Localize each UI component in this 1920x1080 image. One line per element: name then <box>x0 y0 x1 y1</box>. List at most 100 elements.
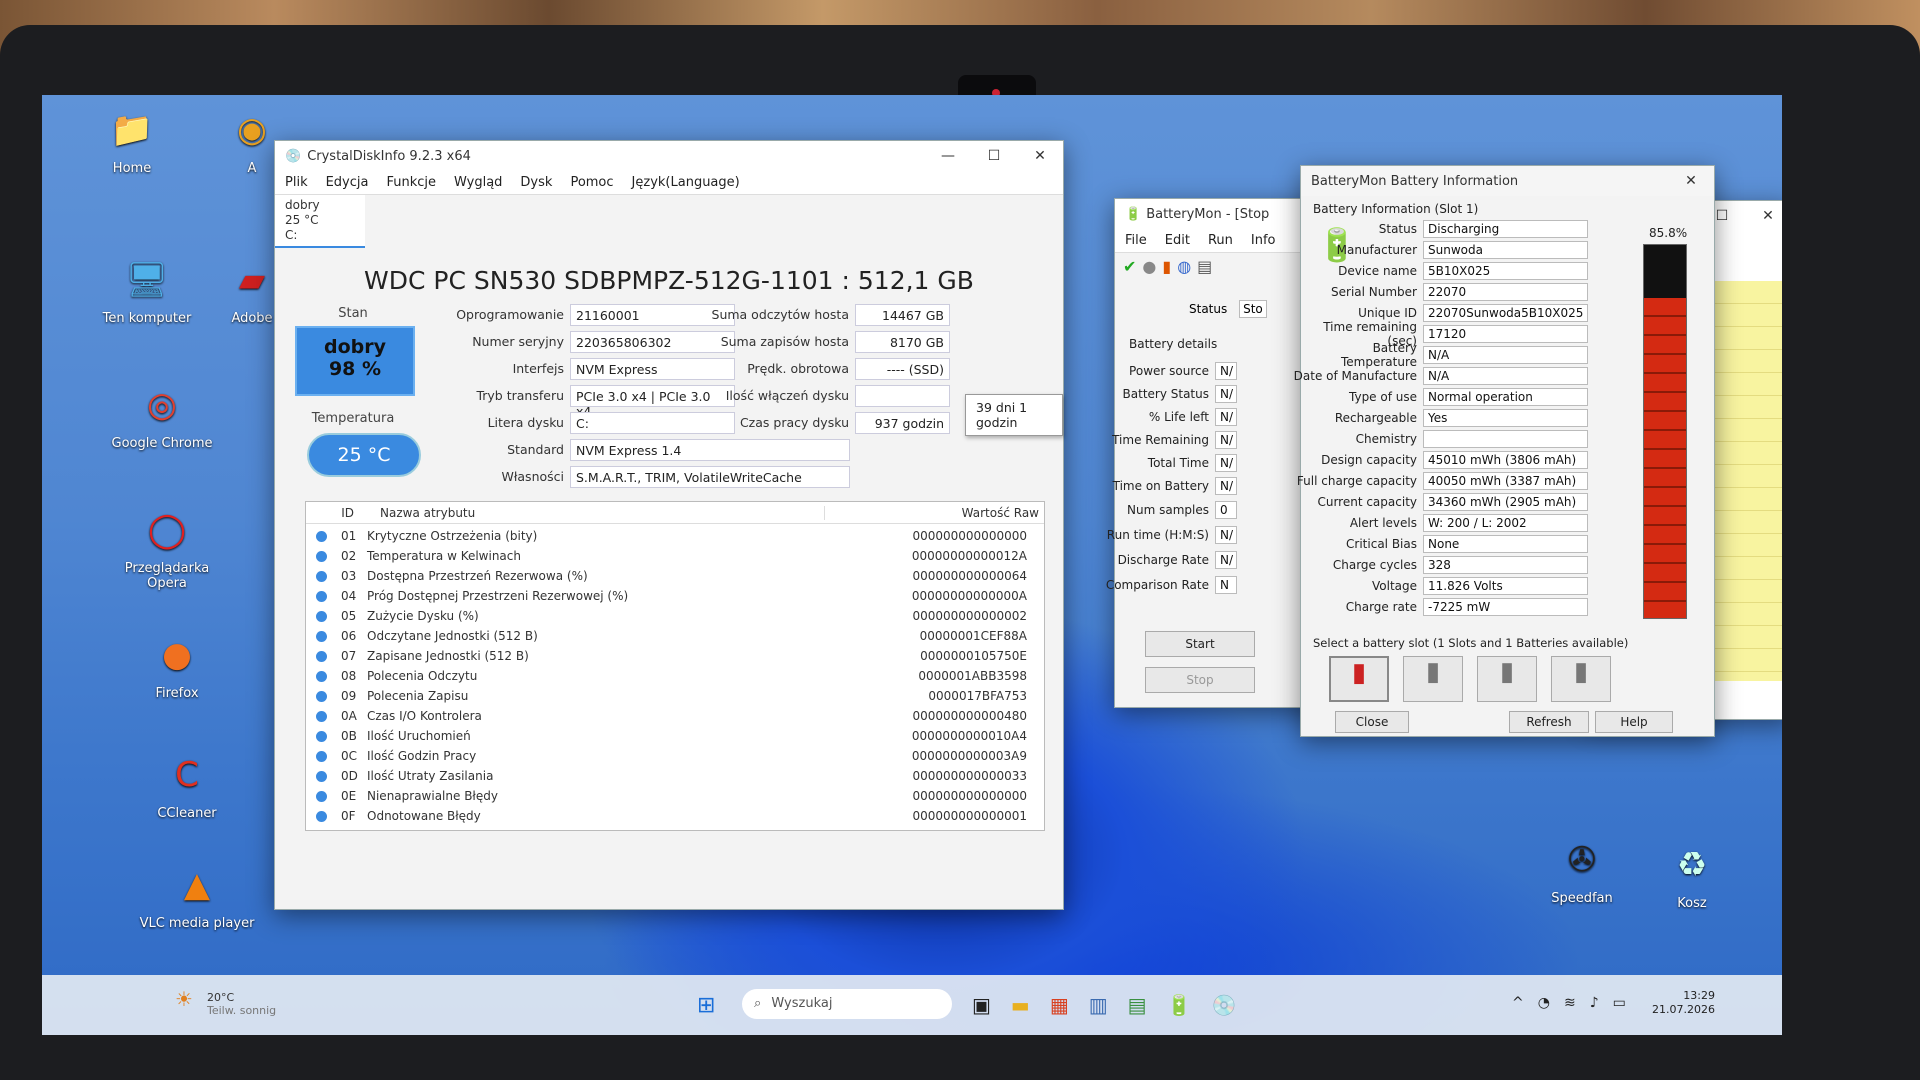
desktop-icon-firefox[interactable]: ● Firefox <box>117 630 237 701</box>
app-icon-blue[interactable]: ▥ <box>1089 993 1108 1017</box>
menu-wyglad[interactable]: Wygląd <box>454 175 502 190</box>
batinfo-label: Chemistry <box>1355 431 1417 446</box>
desktop-icon-vlc[interactable]: ▲ VLC media player <box>137 860 257 931</box>
attr-name: Dostępna Przestrzeń Rezerwowa (%) <box>367 569 588 583</box>
stop-button[interactable]: Stop <box>1145 667 1255 693</box>
stop-icon[interactable]: ● <box>1142 257 1156 276</box>
table-row[interactable]: 07 Zapisane Jednostki (512 B) 000000010575… <box>306 646 1044 666</box>
batinfo-value: 11.826 Volts <box>1423 576 1588 595</box>
table-row[interactable]: 09 Polecenia Zapisu 0000017BFA753 <box>306 686 1044 706</box>
batinfo-row: Type of use Normal operation <box>1293 386 1588 407</box>
menu-dysk[interactable]: Dysk <box>520 175 552 190</box>
table-row[interactable]: 03 Dostępna Przestrzeń Rezerwowa (%) 00000… <box>306 566 1044 586</box>
batinfo-close-button[interactable]: ✕ <box>1668 173 1714 189</box>
info-label: Oprogramowanie <box>456 307 564 322</box>
table-row[interactable]: 06 Odczytane Jednostki (512 B) 00000001CEF… <box>306 626 1044 646</box>
temperature-button[interactable]: 25 °C <box>307 433 421 477</box>
temp-label: Temperatura <box>311 411 395 426</box>
globe-icon[interactable]: ◍ <box>1177 257 1191 276</box>
battery-icon[interactable]: ▮ <box>1162 257 1171 276</box>
start-button[interactable]: ⊞ <box>697 993 715 1018</box>
batinfo-refresh-button[interactable]: Refresh <box>1509 711 1589 733</box>
table-row[interactable]: 05 Zużycie Dysku (%) 000000000000002 <box>306 606 1044 626</box>
attr-name: Ilość Utraty Zasilania <box>367 769 494 783</box>
table-row[interactable]: 0D Ilość Utraty Zasilania 000000000000033 <box>306 766 1044 786</box>
bm-menu-run[interactable]: Run <box>1208 233 1233 248</box>
status-dot-icon <box>316 750 327 762</box>
maximize-button[interactable]: ☐ <box>971 148 1017 164</box>
bm-menu-edit[interactable]: Edit <box>1165 233 1190 248</box>
menu-edycja[interactable]: Edycja <box>326 175 369 190</box>
col-name[interactable]: Nazwa atrybutu <box>354 506 824 520</box>
close-button[interactable]: ✕ <box>1017 148 1063 164</box>
batinfo-label: Battery Temperature <box>1340 340 1417 369</box>
table-row[interactable]: 0F Odnotowane Błędy 000000000000001 <box>306 806 1044 826</box>
app-icon-red[interactable]: ▦ <box>1050 993 1069 1017</box>
desktop-icon-opera[interactable]: ◯ Przeglądarka Opera <box>107 505 227 591</box>
start-button[interactable]: Start <box>1145 631 1255 657</box>
attr-raw: 00000001CEF88A <box>919 629 1027 643</box>
clock[interactable]: 13:29 21.07.2026 <box>1652 989 1715 1017</box>
slot-3-battery-icon[interactable]: ▮ <box>1477 656 1537 702</box>
info-value: 8170 GB <box>855 330 950 353</box>
bm-value: N/ <box>1215 430 1237 449</box>
table-row[interactable]: 02 Temperatura w Kelwinach 00000000000012A <box>306 546 1044 566</box>
menu-plik[interactable]: Plik <box>285 175 308 190</box>
bm-menu-file[interactable]: File <box>1125 233 1147 248</box>
desktop-icon-speedfan[interactable]: ✇ Speedfan <box>1522 835 1642 906</box>
slot-4-battery-icon[interactable]: ▮ <box>1551 656 1611 702</box>
batinfo-help-button[interactable]: Help <box>1595 711 1673 733</box>
table-row[interactable]: 0E Nienaprawialne Błędy 000000000000000 <box>306 786 1044 806</box>
menu-pomoc[interactable]: Pomoc <box>570 175 613 190</box>
wifi-icon[interactable]: ≋ <box>1564 995 1576 1011</box>
attr-id: 07 <box>341 649 357 663</box>
battery-tray-icon[interactable]: ▭ <box>1613 995 1626 1011</box>
desktop-icon-this-pc[interactable]: 🖥 Ten komputer <box>87 255 207 326</box>
bm-label: Run time (H:M:S) <box>1106 527 1209 542</box>
disk-tab[interactable]: dobry 25 °C C: <box>275 195 365 248</box>
check-icon[interactable]: ✔ <box>1123 257 1136 276</box>
volume-icon[interactable]: ♪ <box>1590 995 1599 1011</box>
batinfo-row: Serial Number 22070 <box>1293 281 1588 302</box>
menu-funkcje[interactable]: Funkcje <box>386 175 436 190</box>
search-box[interactable]: ⌕ Wyszukaj <box>742 989 952 1019</box>
desktop-icon-recycle-bin[interactable]: ♻ Kosz <box>1632 840 1752 911</box>
attr-name: Polecenia Zapisu <box>367 689 469 703</box>
batinfo-label: Design capacity <box>1321 452 1417 467</box>
table-row[interactable]: 0B Ilość Uruchomień 0000000000010A4 <box>306 726 1044 746</box>
taskbar-apps: ▣ ▬ ▦ ▥ ▤ 🔋 💿 <box>972 993 1236 1017</box>
table-row[interactable]: 08 Polecenia Odczytu 0000001ABB3598 <box>306 666 1044 686</box>
desktop-icon-chrome[interactable]: ◎ Google Chrome <box>102 380 222 451</box>
weather-widget[interactable]: ☀ 20°C Teilw. sonnig <box>175 989 276 1017</box>
desktop-icon-ccleaner[interactable]: C CCleaner <box>127 750 247 821</box>
table-row[interactable]: 0C Ilość Godzin Pracy 0000000000003A9 <box>306 746 1044 766</box>
attr-raw: 000000000000064 <box>912 569 1027 583</box>
table-row[interactable]: 0A Czas I/O Kontrolera 000000000000480 <box>306 706 1044 726</box>
col-id[interactable]: ID <box>306 506 354 520</box>
slot-1-battery-icon[interactable]: ▮ <box>1329 656 1389 702</box>
document-icon[interactable]: ▤ <box>1197 257 1212 276</box>
task-view-icon[interactable]: ▣ <box>972 993 991 1017</box>
crystaldiskinfo-taskbar-icon[interactable]: 💿 <box>1211 993 1236 1017</box>
network-icon[interactable]: ◔ <box>1538 995 1550 1011</box>
bm-menu-info[interactable]: Info <box>1251 233 1276 248</box>
menu-jezyk[interactable]: Język(Language) <box>632 175 740 190</box>
attr-name: Ilość Uruchomień <box>367 729 471 743</box>
desktop-icon-home[interactable]: 📁 Home <box>72 105 192 176</box>
file-explorer-icon[interactable]: ▬ <box>1011 993 1030 1017</box>
app-icon-green[interactable]: ▤ <box>1128 993 1147 1017</box>
chevron-up-icon[interactable]: ^ <box>1512 995 1524 1011</box>
bg-close-button[interactable]: ✕ <box>1745 208 1782 224</box>
minimize-button[interactable]: — <box>925 148 971 164</box>
health-status-button[interactable]: dobry 98 % <box>295 326 415 396</box>
batinfo-row: Voltage 11.826 Volts <box>1293 575 1588 596</box>
col-raw[interactable]: Wartość Raw <box>824 505 1039 520</box>
slot-2-battery-icon[interactable]: ▮ <box>1403 656 1463 702</box>
info-row: Suma odczytów hosta 14467 GB <box>705 301 950 328</box>
batinfo-row: Alert levels W: 200 / L: 2002 <box>1293 512 1588 533</box>
table-row[interactable]: 04 Próg Dostępnej Przestrzeni Rezerwowej … <box>306 586 1044 606</box>
batinfo-close-btn[interactable]: Close <box>1335 711 1409 733</box>
status-dot-icon <box>316 650 327 662</box>
batterymon-taskbar-icon[interactable]: 🔋 <box>1167 993 1192 1017</box>
table-row[interactable]: 01 Krytyczne Ostrzeżenia (bity) 0000000000… <box>306 526 1044 546</box>
